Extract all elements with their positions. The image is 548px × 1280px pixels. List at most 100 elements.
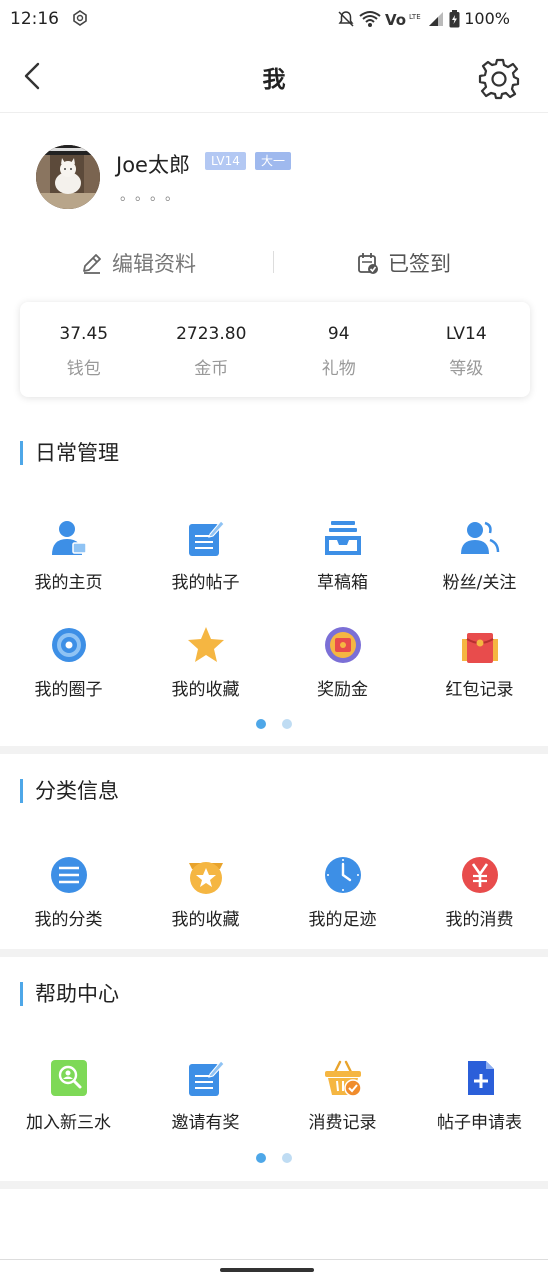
grid-item-my-posts[interactable]: 我的帖子 [137, 503, 274, 610]
app-icon [73, 10, 87, 26]
profile-actions: 编辑资料 已签到 [0, 241, 548, 285]
pencil-icon [83, 254, 101, 274]
grid-item-followers[interactable]: 粉丝/关注 [411, 503, 548, 610]
status-time: 12:16 [10, 9, 59, 29]
calendar-check-icon [358, 253, 378, 274]
avatar-image [36, 145, 100, 209]
grid-item-invite[interactable]: 邀请有奖 [137, 1043, 274, 1150]
grid-item-my-spending[interactable]: 我的消费 [411, 840, 548, 947]
basket-check-icon [324, 1060, 362, 1097]
signal-icon [429, 11, 444, 26]
edit-profile-button[interactable]: 编辑资料 [80, 241, 196, 285]
followers-icon [460, 521, 499, 554]
section-title: 日常管理 [20, 441, 119, 465]
grid-item-label: 我的圈子 [34, 680, 103, 700]
username: Joe太郎 [116, 153, 190, 177]
star-badge-icon [188, 862, 223, 894]
yen-icon [461, 857, 498, 893]
stat-level[interactable]: LV14 等级 [403, 302, 531, 397]
star-icon [187, 627, 224, 662]
grid-item-label: 我的收藏 [171, 910, 240, 930]
section-divider [0, 746, 548, 754]
help-center-section: 帮助中心 加入新三水 邀请有奖 消费记录 帖子申请表 [0, 957, 548, 1181]
volte-icon: Vo LTE [385, 11, 421, 28]
grid-item-label: 我的分类 [34, 910, 103, 930]
grid-item-red-envelopes[interactable]: 红包记录 [411, 610, 548, 717]
add-document-icon [467, 1061, 494, 1095]
grid-item-label: 红包记录 [445, 680, 514, 700]
grid-item-rewards[interactable]: 奖励金 [274, 610, 411, 717]
home-indicator[interactable] [220, 1268, 314, 1272]
red-envelope-icon [461, 633, 498, 663]
daily-management-section: 日常管理 我的主页 我的帖子 草稿箱 粉丝/关注 我的圈子 我的收藏 奖励金 红… [0, 420, 548, 746]
avatar[interactable] [36, 145, 100, 209]
grid-item-label: 邀请有奖 [171, 1113, 240, 1133]
grid-item-spending-records[interactable]: 消费记录 [274, 1043, 411, 1150]
stats-card: 37.45 钱包 2723.80 金币 94 礼物 LV14 等级 [20, 302, 530, 397]
stat-wallet[interactable]: 37.45 钱包 [20, 302, 148, 397]
grid-item-my-footprints[interactable]: 我的足迹 [274, 840, 411, 947]
grid-item-my-favorites[interactable]: 我的收藏 [137, 610, 274, 717]
signature: 。。。。 [120, 188, 187, 204]
circle-target-icon [51, 628, 86, 662]
battery-level: 100% [464, 9, 510, 28]
reward-icon [324, 627, 361, 663]
daily-pager [0, 719, 548, 729]
help-grid: 加入新三水 邀请有奖 消费记录 帖子申请表 [0, 1043, 548, 1150]
grid-item-join[interactable]: 加入新三水 [0, 1043, 137, 1150]
svg-text:Vo: Vo [385, 11, 406, 28]
daily-grid: 我的主页 我的帖子 草稿箱 粉丝/关注 我的圈子 我的收藏 奖励金 红包记录 [0, 503, 548, 717]
grid-item-label: 加入新三水 [26, 1113, 111, 1133]
profile-header: Joe太郎 LV14 大一 。。。。 编辑资料 已签到 [0, 113, 548, 293]
section-divider [0, 949, 548, 957]
pager-dot-active[interactable] [256, 1153, 266, 1163]
stat-label: 礼物 [321, 359, 356, 379]
grid-item-my-homepage[interactable]: 我的主页 [0, 503, 137, 610]
stat-gifts[interactable]: 94 礼物 [275, 302, 403, 397]
grid-item-label: 粉丝/关注 [442, 573, 517, 593]
check-in-button[interactable]: 已签到 [356, 241, 451, 285]
action-divider [273, 251, 274, 273]
pager-dot[interactable] [282, 1153, 292, 1163]
invite-edit-icon [188, 1060, 225, 1096]
post-edit-icon [188, 520, 225, 556]
clock-icon [324, 857, 361, 893]
grid-item-label: 我的主页 [34, 573, 103, 593]
grid-item-label: 草稿箱 [317, 573, 368, 593]
mute-icon [338, 10, 354, 27]
stat-value: LV14 [445, 324, 487, 344]
status-bar: 12:16 Vo LTE 100% [0, 0, 548, 40]
check-in-label: 已签到 [388, 252, 451, 276]
person-icon [51, 521, 87, 555]
stat-label: 金币 [194, 359, 229, 379]
grid-item-label: 奖励金 [317, 680, 368, 700]
grid-item-my-circles[interactable]: 我的圈子 [0, 610, 137, 717]
grid-item-label: 我的收藏 [171, 680, 240, 700]
gear-icon[interactable] [478, 56, 522, 100]
stat-label: 钱包 [66, 359, 101, 379]
join-search-icon [50, 1060, 87, 1096]
battery-icon [449, 9, 460, 27]
section-title: 帮助中心 [20, 982, 119, 1006]
grade-badge: 大一 [255, 152, 292, 170]
svg-text:LTE: LTE [409, 13, 421, 21]
edit-profile-label: 编辑资料 [112, 252, 196, 276]
grid-item-label: 消费记录 [308, 1113, 377, 1133]
grid-item-my-categories[interactable]: 我的分类 [0, 840, 137, 947]
category-info-section: 分类信息 我的分类 我的收藏 我的足迹 我的消费 [0, 754, 548, 949]
nav-bar: 我 [0, 40, 548, 113]
level-badge: LV14 [205, 152, 246, 170]
page-title: 我 [262, 67, 286, 93]
list-icon [50, 857, 87, 893]
help-pager [0, 1153, 548, 1163]
grid-item-post-application[interactable]: 帖子申请表 [411, 1043, 548, 1150]
stat-label: 等级 [449, 359, 484, 379]
drafts-tray-icon [324, 521, 361, 555]
pager-dot[interactable] [282, 719, 292, 729]
grid-item-label: 帖子申请表 [437, 1113, 522, 1133]
stat-coins[interactable]: 2723.80 金币 [148, 302, 276, 397]
pager-dot-active[interactable] [256, 719, 266, 729]
grid-item-drafts[interactable]: 草稿箱 [274, 503, 411, 610]
grid-item-my-favorites-2[interactable]: 我的收藏 [137, 840, 274, 947]
grid-item-label: 我的足迹 [308, 910, 377, 930]
